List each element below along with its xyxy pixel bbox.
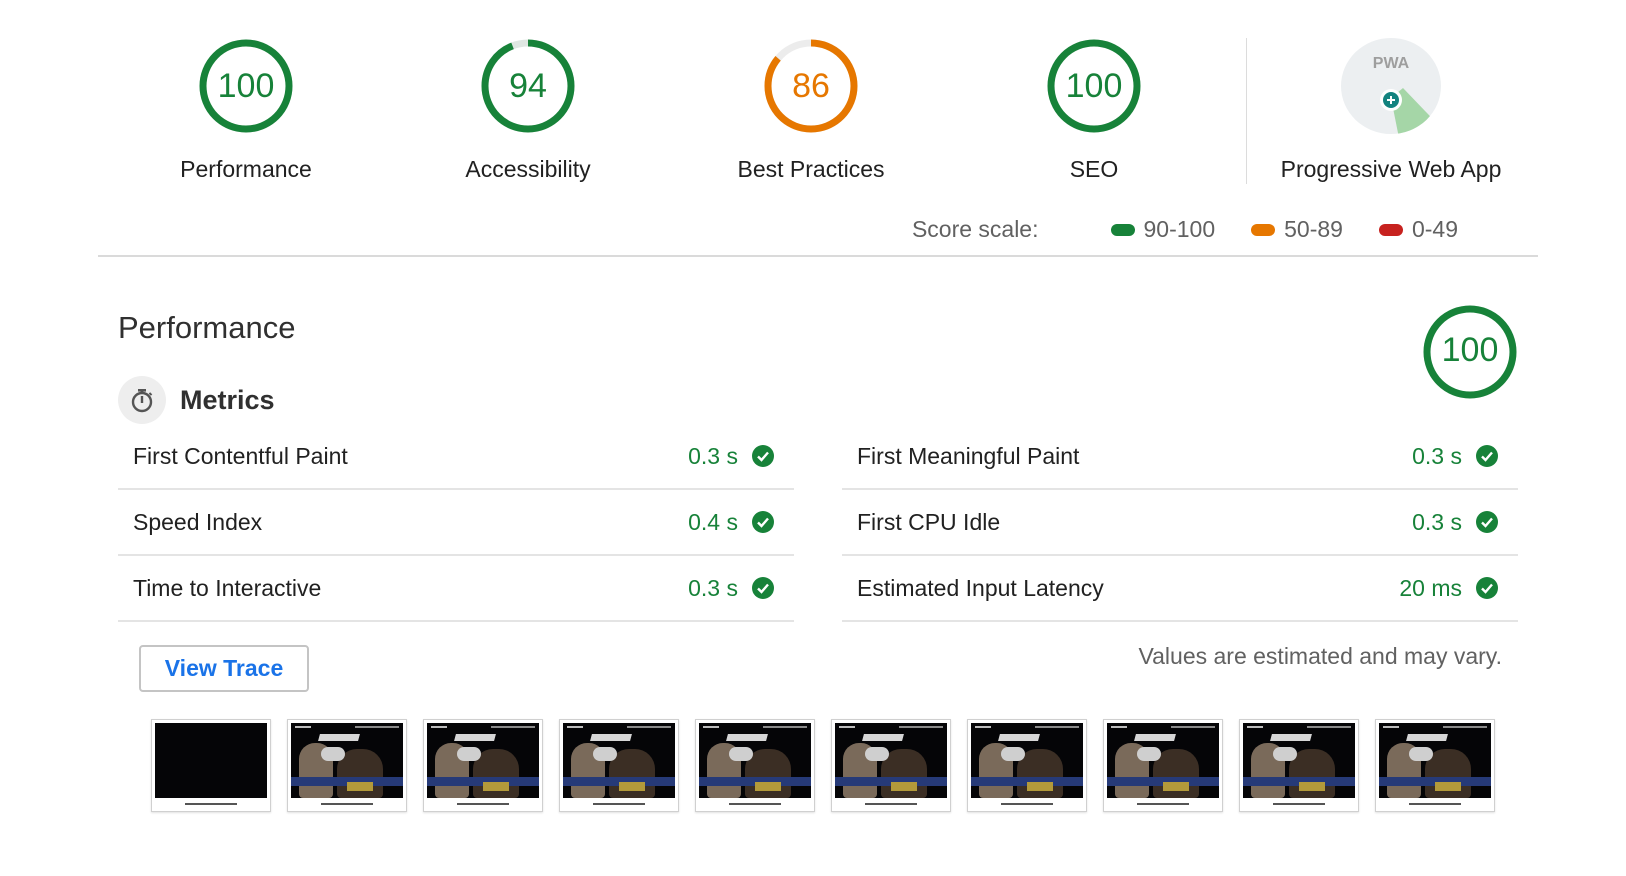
score-scale-range: 90-100	[1143, 216, 1216, 242]
frame-thumbnail	[1379, 723, 1491, 798]
filmstrip-frame	[287, 719, 407, 812]
frame-thumbnail	[1107, 723, 1219, 798]
filmstrip-frame	[1103, 719, 1223, 812]
metrics-column-left: First Contentful Paint 0.3 s Speed Index…	[118, 424, 794, 622]
frame-thumbnail	[563, 723, 675, 798]
score-scale-average: 50-89	[1251, 216, 1343, 243]
pass-pill-icon	[1110, 223, 1135, 236]
score-scale-label: Score scale:	[911, 216, 1039, 242]
frame-thumbnail	[155, 723, 267, 798]
view-trace-button[interactable]: View Trace	[139, 645, 309, 692]
svg-text:PWA: PWA	[1373, 55, 1410, 72]
gauge-label: Progressive Web App	[1280, 156, 1502, 182]
metric-row[interactable]: Estimated Input Latency 20 ms	[842, 556, 1518, 622]
metric-name: Estimated Input Latency	[857, 574, 1104, 601]
metric-value: 0.3 s	[1412, 442, 1462, 469]
check-circle-icon	[752, 445, 774, 467]
metrics-header: Metrics	[118, 376, 275, 424]
score-scale-pass: 90-100	[1110, 216, 1216, 243]
metrics-title: Metrics	[180, 384, 275, 415]
pwa-badge-icon: PWA	[1341, 38, 1441, 134]
metric-row[interactable]: First Meaningful Paint 0.3 s	[842, 424, 1518, 490]
metric-value: 0.3 s	[688, 442, 738, 469]
metric-name: First Meaningful Paint	[857, 442, 1080, 469]
frame-thumbnail	[291, 723, 403, 798]
metric-name: First CPU Idle	[857, 508, 1001, 535]
section-divider	[98, 255, 1538, 257]
gauge-score: 100	[1441, 331, 1499, 369]
gauge-score: 86	[792, 67, 830, 105]
stopwatch-icon	[118, 376, 166, 424]
gauge-label: SEO	[1069, 156, 1119, 182]
score-scale-fail: 0-49	[1378, 216, 1458, 243]
check-circle-icon	[1476, 445, 1498, 467]
metric-name: Time to Interactive	[133, 574, 322, 601]
metric-row[interactable]: First CPU Idle 0.3 s	[842, 490, 1518, 556]
gauge-seo[interactable]: 100 SEO	[974, 38, 1214, 184]
average-pill-icon	[1251, 223, 1276, 236]
gauge-label: Accessibility	[465, 156, 591, 182]
gauge-score: 100	[1065, 67, 1123, 105]
frame-thumbnail	[1243, 723, 1355, 798]
metric-row[interactable]: First Contentful Paint 0.3 s	[118, 424, 794, 490]
filmstrip-frame	[423, 719, 543, 812]
gauge-score: 94	[509, 67, 547, 105]
gauge-pwa[interactable]: PWA Progressive Web App	[1256, 38, 1526, 184]
fail-pill-icon	[1378, 223, 1403, 236]
filmstrip	[151, 719, 1495, 812]
filmstrip-frame	[967, 719, 1087, 812]
metric-value: 20 ms	[1399, 574, 1462, 601]
check-circle-icon	[752, 511, 774, 533]
section-title: Performance	[118, 310, 296, 345]
filmstrip-frame	[151, 719, 271, 812]
performance-score-gauge: 100	[1422, 304, 1518, 400]
gauge-performance[interactable]: 100 Performance	[126, 38, 366, 184]
category-divider	[1246, 38, 1247, 184]
frame-thumbnail	[699, 723, 811, 798]
gauge-label: Performance	[180, 156, 312, 182]
score-scale-range: 50-89	[1284, 216, 1343, 242]
filmstrip-frame	[1375, 719, 1495, 812]
metric-row[interactable]: Time to Interactive 0.3 s	[118, 556, 794, 622]
gauge-accessibility[interactable]: 94 Accessibility	[408, 38, 648, 184]
metric-row[interactable]: Speed Index 0.4 s	[118, 490, 794, 556]
score-scale-range: 0-49	[1411, 216, 1458, 242]
check-circle-icon	[752, 577, 774, 599]
filmstrip-frame	[695, 719, 815, 812]
gauge-score: 100	[217, 67, 275, 105]
gauge-label: Best Practices	[737, 156, 885, 182]
metric-name: First Contentful Paint	[133, 442, 348, 469]
metric-value: 0.3 s	[688, 574, 738, 601]
check-circle-icon	[1476, 511, 1498, 533]
frame-thumbnail	[835, 723, 947, 798]
gauge-best-practices[interactable]: 86 Best Practices	[691, 38, 931, 184]
filmstrip-frame	[831, 719, 951, 812]
frame-thumbnail	[971, 723, 1083, 798]
filmstrip-frame	[1239, 719, 1359, 812]
metrics-column-right: First Meaningful Paint 0.3 s First CPU I…	[842, 424, 1518, 622]
frame-thumbnail	[427, 723, 539, 798]
filmstrip-frame	[559, 719, 679, 812]
metric-name: Speed Index	[133, 508, 263, 535]
metric-value: 0.3 s	[1412, 508, 1462, 535]
metric-value: 0.4 s	[688, 508, 738, 535]
score-scale: Score scale: 90-100 50-89 0-49	[912, 216, 1458, 243]
estimate-disclaimer: Values are estimated and may vary.	[1138, 643, 1503, 669]
check-circle-icon	[1476, 577, 1498, 599]
